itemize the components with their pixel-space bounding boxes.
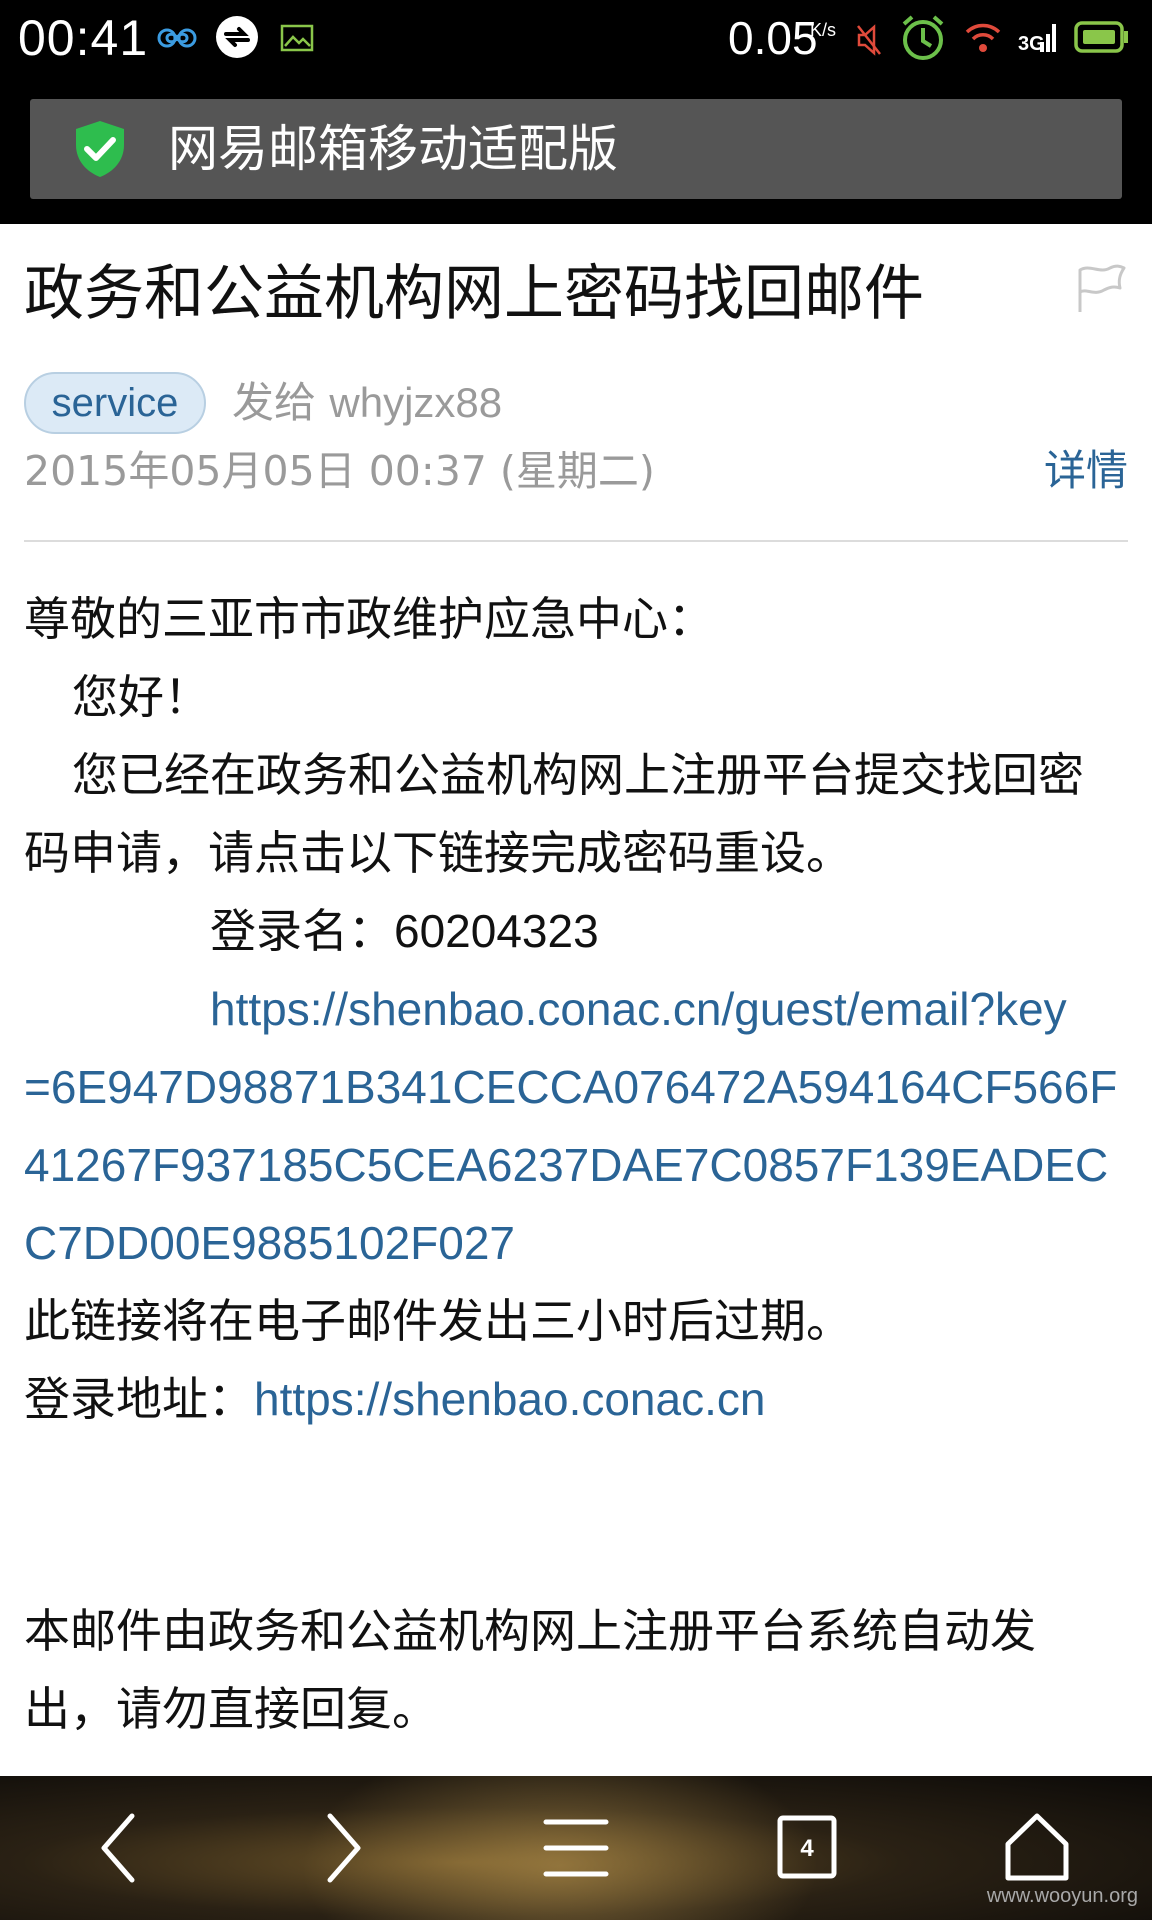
browser-nav-bar: 4 www.wooyun.org <box>0 1776 1152 1920</box>
svg-text:3G: 3G <box>1018 33 1045 54</box>
recipient-name: whyjzx88 <box>329 379 503 426</box>
mute-icon <box>856 24 882 60</box>
header-divider <box>24 540 1128 542</box>
alarm-icon <box>900 14 946 66</box>
footer-line2: 出，请勿直接回复。 <box>24 1682 438 1736</box>
signal-icon: 3G <box>1018 20 1058 58</box>
login-address-label: 登录地址： <box>24 1372 254 1426</box>
details-link[interactable]: 详情 <box>1044 442 1128 500</box>
infinity-icon <box>156 24 198 56</box>
shield-check-icon <box>72 119 128 183</box>
body-paragraph-line2: 码申请，请点击以下链接完成密码重设。 <box>24 826 852 880</box>
email-date: 2015年05月05日 00:37 (星期二) <box>24 447 655 495</box>
sync-icon <box>214 14 260 64</box>
email-view[interactable]: 政务和公益机构网上密码找回邮件 service 发给 whyjzx88 2015… <box>0 224 1152 1776</box>
battery-icon <box>1074 20 1130 58</box>
wifi-icon <box>964 20 1002 58</box>
watermark: www.wooyun.org <box>986 1885 1138 1907</box>
expiry-note: 此链接将在电子邮件发出三小时后过期。 <box>24 1294 852 1348</box>
forward-icon[interactable] <box>320 1798 370 1902</box>
login-address-link[interactable]: https://shenbao.conac.cn <box>254 1373 765 1425</box>
login-name-row: 登录名：60204323 <box>210 892 599 970</box>
footer-line1: 本邮件由政务和公益机构网上注册平台系统自动发 <box>24 1604 1036 1658</box>
login-address-row: 登录地址：https://shenbao.conac.cn <box>24 1360 765 1438</box>
tab-count: 4 <box>800 1835 814 1862</box>
login-name-value: 60204323 <box>394 905 599 957</box>
title-bar: 网易邮箱移动适配版 <box>30 99 1122 199</box>
reset-link-line1[interactable]: https://shenbao.conac.cn/guest/email?key <box>210 970 1067 1048</box>
tabs-icon[interactable]: 4 <box>774 1798 840 1902</box>
recipient-line: 发给 whyjzx88 <box>232 374 502 432</box>
app-title: 网易邮箱移动适配版 <box>168 120 618 178</box>
title-bar-container: 网易邮箱移动适配版 <box>0 78 1152 224</box>
reset-link-rest[interactable]: =6E947D98871B341CECCA076472A594164CF566F… <box>24 1048 1128 1282</box>
sender-tag[interactable]: service <box>24 372 206 434</box>
menu-icon[interactable] <box>540 1798 612 1902</box>
body-hello: 您好！ <box>72 670 210 724</box>
to-label: 发给 <box>232 378 317 427</box>
body-paragraph-line1: 您已经在政务和公益机构网上注册平台提交找回密 <box>72 748 1084 802</box>
back-icon[interactable] <box>92 1798 142 1902</box>
image-icon <box>280 24 314 56</box>
net-speed-unit: K/s <box>810 20 837 40</box>
net-speed: 0.05 <box>728 12 818 64</box>
status-time: 00:41 <box>18 10 149 66</box>
body-greeting: 尊敬的三亚市市政维护应急中心： <box>24 592 714 646</box>
status-bar: 00:41 0.05 K/s 3G <box>0 0 1152 78</box>
flag-icon[interactable] <box>1074 262 1128 318</box>
login-name-label: 登录名： <box>210 904 394 958</box>
email-subject: 政务和公益机构网上密码找回邮件 <box>24 259 924 329</box>
